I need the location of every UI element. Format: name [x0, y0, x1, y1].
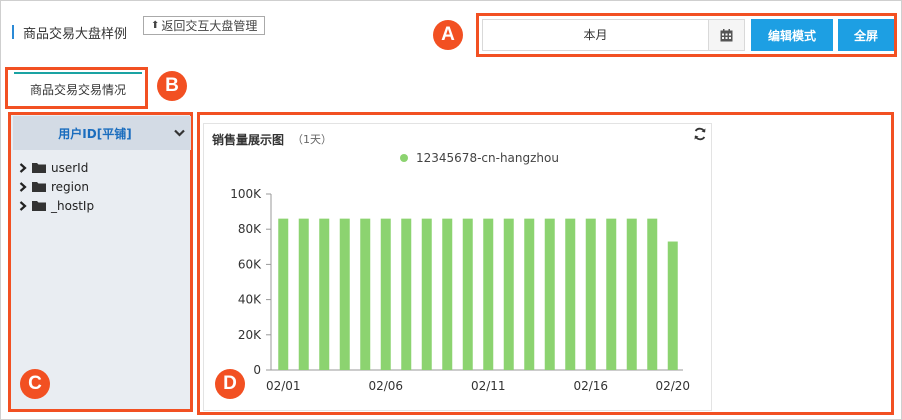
- y-tick-label: 20K: [238, 328, 262, 342]
- x-tick-label: 02/11: [471, 379, 506, 393]
- chart-bar: [565, 218, 576, 370]
- annotation-box-c: [8, 112, 193, 412]
- chart-bar: [421, 218, 432, 370]
- chart-bar: [442, 218, 453, 370]
- chart-bar: [380, 218, 391, 370]
- chart-bar: [319, 218, 330, 370]
- chart-bar: [278, 218, 289, 370]
- x-tick-label: 02/06: [368, 379, 403, 393]
- dimension-tree: userId region _hostIp: [19, 158, 94, 215]
- refresh-icon: [694, 127, 706, 141]
- page-title-bar: 商品交易大盘样例: [12, 22, 127, 42]
- chevron-right-icon[interactable]: [19, 200, 27, 211]
- tree-item-userid[interactable]: userId: [19, 158, 94, 177]
- chart-bar: [503, 218, 514, 370]
- calendar-button[interactable]: [708, 19, 745, 51]
- tree-item-label: userId: [51, 160, 89, 175]
- chart-bar: [544, 218, 555, 370]
- y-tick-label: 60K: [238, 257, 262, 271]
- folder-icon: [32, 182, 46, 192]
- chart-bar: [360, 218, 371, 370]
- chart-bar: [585, 218, 596, 370]
- legend-swatch: [400, 154, 408, 162]
- edit-mode-button[interactable]: 编辑模式: [751, 19, 833, 51]
- calendar-icon: [720, 28, 733, 41]
- title-accent-bar: [12, 25, 14, 39]
- y-tick-label: 100K: [230, 187, 262, 201]
- chart-bar: [524, 218, 535, 370]
- chevron-right-icon[interactable]: [19, 181, 27, 192]
- refresh-button[interactable]: [693, 127, 707, 144]
- tree-item-label: _hostIp: [51, 198, 95, 213]
- x-tick-label: 02/16: [573, 379, 608, 393]
- chart-bar: [606, 218, 617, 370]
- bar-chart: 0 20K 40K 60K 80K 100K 02/01 02/06 02/11 02/16 02/…: [230, 187, 690, 393]
- chevron-right-icon[interactable]: [19, 162, 27, 173]
- chart-subtitle: （1天）: [292, 133, 332, 146]
- page-title: 商品交易大盘样例: [23, 26, 128, 42]
- tree-item-label: region: [51, 179, 89, 194]
- y-tick-label: 0: [253, 363, 261, 377]
- chart-bar: [339, 218, 350, 370]
- tree-item-hostip[interactable]: _hostIp: [19, 196, 94, 215]
- annotation-badge-a: A: [433, 20, 463, 50]
- back-button-label: 返回交互大盘管理: [161, 19, 258, 33]
- x-tick-label: 02/20: [655, 379, 690, 393]
- upload-icon: ⬆: [151, 20, 160, 31]
- back-to-dashboard-management-button[interactable]: ⬆ 返回交互大盘管理: [143, 16, 266, 35]
- sidebar-header-label: 用户ID[平铺]: [58, 126, 132, 141]
- folder-icon: [32, 163, 46, 173]
- annotation-badge-d: D: [215, 369, 245, 399]
- y-tick-label: 40K: [238, 293, 262, 307]
- annotation-badge-b: B: [157, 71, 187, 101]
- fullscreen-button[interactable]: 全屏: [838, 19, 894, 51]
- chart-bar: [647, 218, 658, 370]
- tab-product-trading[interactable]: 商品交易交易情况: [14, 72, 142, 104]
- chart-bar: [667, 241, 678, 370]
- chart-bar: [298, 218, 309, 370]
- folder-icon: [32, 201, 46, 211]
- chart-bar: [462, 218, 473, 370]
- y-tick-label: 80K: [238, 222, 262, 236]
- date-range-input[interactable]: 本月: [482, 19, 708, 51]
- chart-bar: [626, 218, 637, 370]
- chart-title: 销售量展示图: [212, 133, 285, 147]
- annotation-badge-c: C: [20, 369, 50, 399]
- chevron-down-icon[interactable]: [167, 129, 191, 137]
- x-tick-label: 02/01: [266, 379, 301, 393]
- chart-bar: [483, 218, 494, 370]
- sidebar-header-user-id[interactable]: 用户ID[平铺]: [13, 116, 191, 150]
- chart-bar: [401, 218, 412, 370]
- chart-legend[interactable]: 12345678-cn-hangzhou: [400, 151, 559, 165]
- tree-item-region[interactable]: region: [19, 177, 94, 196]
- legend-label: 12345678-cn-hangzhou: [416, 151, 559, 165]
